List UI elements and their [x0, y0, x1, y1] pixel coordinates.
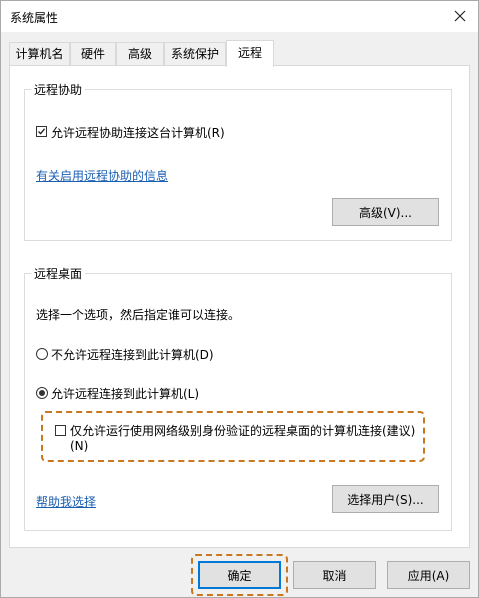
close-button[interactable]	[446, 3, 474, 29]
window-title: 系统属性	[10, 11, 59, 25]
radio-selected-dot	[39, 390, 45, 396]
system-properties-window: 系统属性 计算机名 硬件 高级 系统保护 远程 远程协助 允许远程协助连接这台计…	[0, 0, 479, 598]
tab-remote[interactable]: 远程	[226, 40, 274, 67]
deny-remote-label[interactable]: 不允许远程连接到此计算机(D)	[51, 346, 214, 363]
tab-system-protection[interactable]: 系统保护	[164, 42, 226, 65]
advanced-button[interactable]: 高级(V)...	[332, 198, 439, 226]
apply-button[interactable]: 应用(A)	[387, 561, 470, 589]
tab-computer-name[interactable]: 计算机名	[9, 42, 70, 65]
allow-remote-label[interactable]: 允许远程连接到此计算机(L)	[51, 385, 199, 402]
tab-panel-remote: 远程协助 允许远程协助连接这台计算机(R) 有关启用远程协助的信息 高级(V).…	[9, 65, 470, 548]
help-me-choose-link[interactable]: 帮助我选择	[36, 493, 96, 510]
remote-assistance-info-link[interactable]: 有关启用远程协助的信息	[36, 167, 168, 184]
select-users-button[interactable]: 选择用户(S)...	[332, 485, 439, 513]
tab-hardware[interactable]: 硬件	[70, 42, 116, 65]
deny-remote-radio[interactable]	[36, 348, 48, 360]
allow-remote-radio[interactable]	[36, 387, 48, 399]
title-bar: 系统属性	[1, 1, 478, 32]
cancel-button[interactable]: 取消	[293, 561, 376, 589]
remote-assistance-legend: 远程协助	[31, 81, 86, 98]
allow-remote-assistance-label[interactable]: 允许远程协助连接这台计算机(R)	[51, 124, 225, 141]
close-icon	[454, 10, 466, 22]
remote-desktop-group: 远程桌面 选择一个选项，然后指定谁可以连接。 不允许远程连接到此计算机(D) 允…	[24, 265, 452, 531]
remote-desktop-instruction: 选择一个选项，然后指定谁可以连接。	[36, 308, 241, 322]
check-icon	[38, 128, 46, 135]
tab-advanced[interactable]: 高级	[116, 42, 164, 65]
allow-remote-assistance-checkbox[interactable]	[36, 126, 47, 137]
nla-highlight-box	[41, 411, 425, 462]
remote-desktop-legend: 远程桌面	[31, 265, 86, 282]
ok-highlight-box	[191, 554, 288, 596]
remote-assistance-group: 远程协助 允许远程协助连接这台计算机(R) 有关启用远程协助的信息 高级(V).…	[24, 81, 452, 241]
